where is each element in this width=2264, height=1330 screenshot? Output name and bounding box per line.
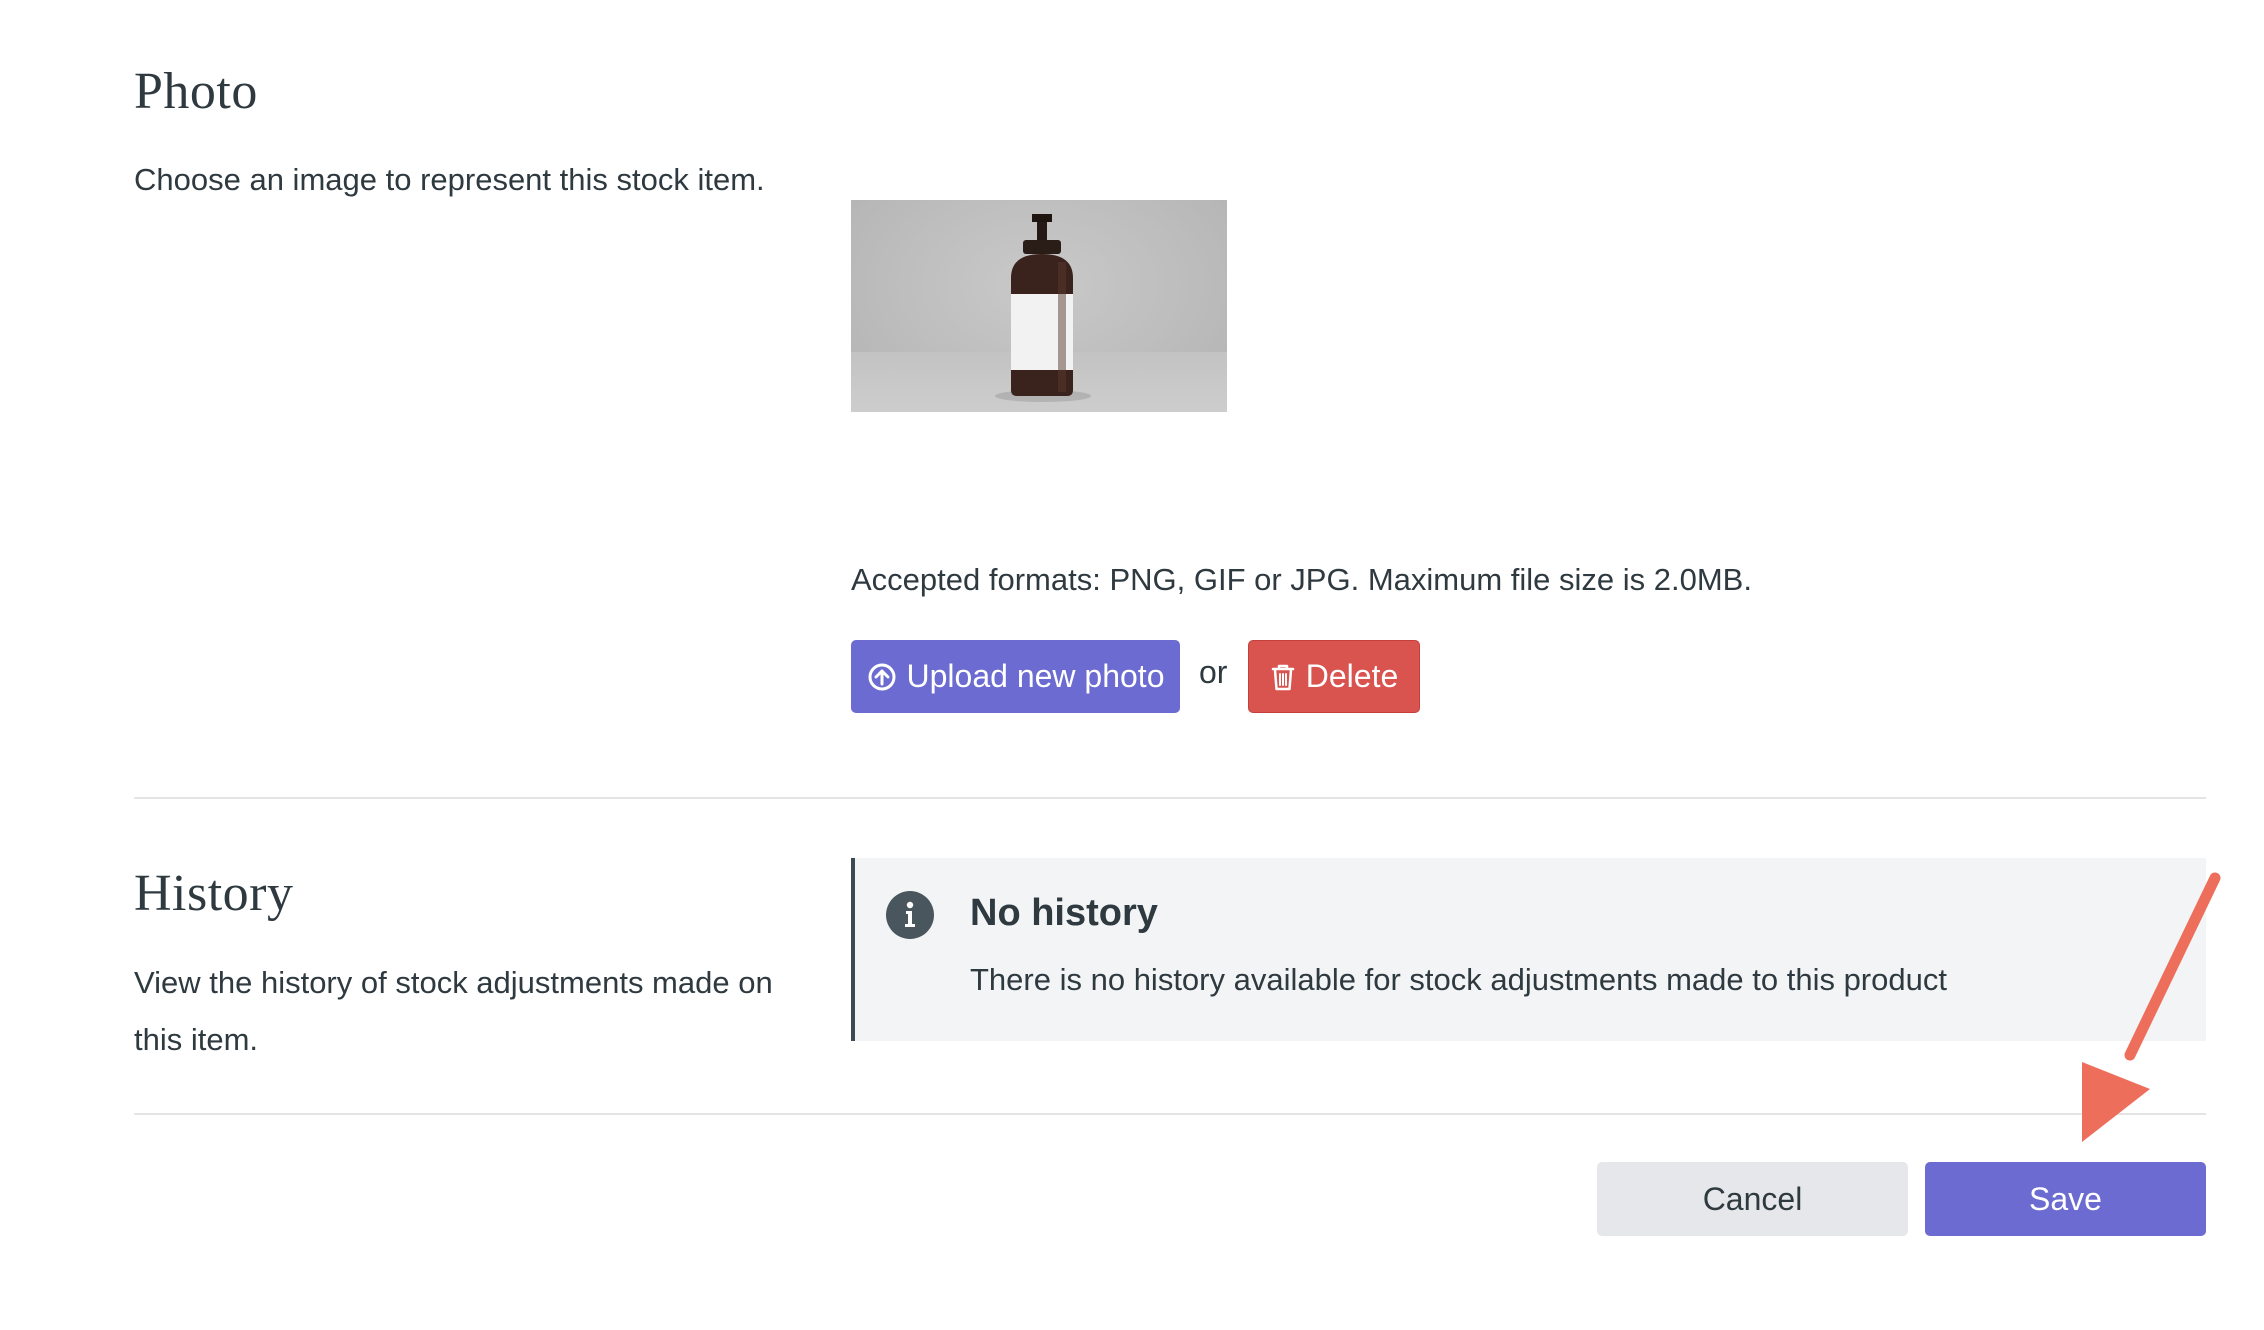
footer-divider <box>134 1113 2206 1115</box>
section-divider <box>134 797 2206 799</box>
save-button[interactable]: Save <box>1925 1162 2206 1236</box>
upload-new-photo-label: Upload new photo <box>906 658 1165 694</box>
history-section-description: View the history of stock adjustments ma… <box>134 965 773 1057</box>
notice-body: There is no history available for stock … <box>970 962 1947 997</box>
or-separator-text: or <box>1199 654 1228 690</box>
upload-circle-icon <box>867 662 897 692</box>
delete-photo-label: Delete <box>1305 658 1399 694</box>
product-photo <box>851 200 1227 412</box>
notice-title: No history <box>970 892 1158 934</box>
no-history-notice: No history There is no history available… <box>851 858 2206 1041</box>
upload-new-photo-button[interactable]: Upload new photo <box>851 640 1180 713</box>
cancel-button[interactable]: Cancel <box>1597 1162 1908 1236</box>
stock-item-form: Photo Choose an image to represent this … <box>0 0 2264 1330</box>
info-icon <box>885 890 935 945</box>
delete-photo-button[interactable]: Delete <box>1248 640 1420 713</box>
photo-section-description: Choose an image to represent this stock … <box>134 162 765 197</box>
accepted-formats-text: Accepted formats: PNG, GIF or JPG. Maxim… <box>851 562 1752 597</box>
history-section-title: History <box>134 865 294 922</box>
arrow-annotation-icon <box>2082 872 2221 1142</box>
photo-section-title: Photo <box>134 63 258 120</box>
trash-icon <box>1270 662 1296 692</box>
soap-bottle-image <box>995 214 1091 402</box>
